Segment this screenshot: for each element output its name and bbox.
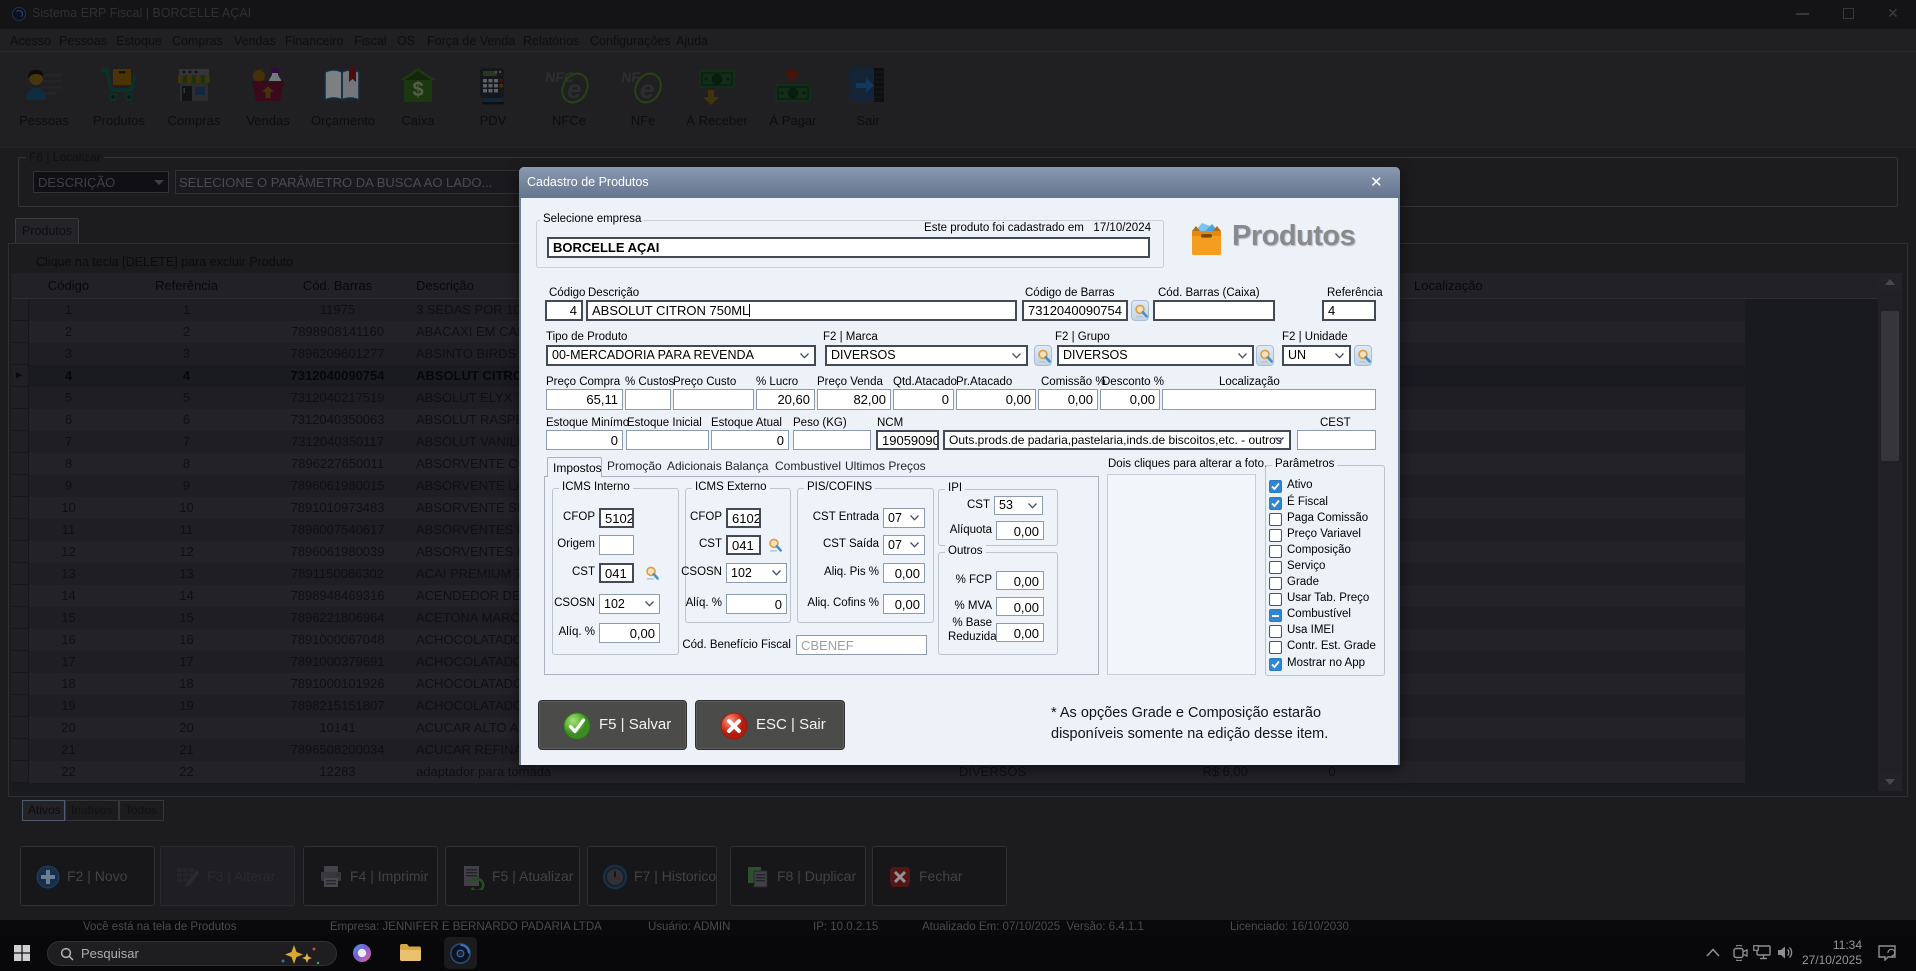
svg-text:$: $ (412, 79, 423, 101)
svg-text:e: e (640, 74, 654, 104)
svg-text:e: e (567, 74, 581, 104)
svg-text:NF: NF (620, 69, 641, 85)
